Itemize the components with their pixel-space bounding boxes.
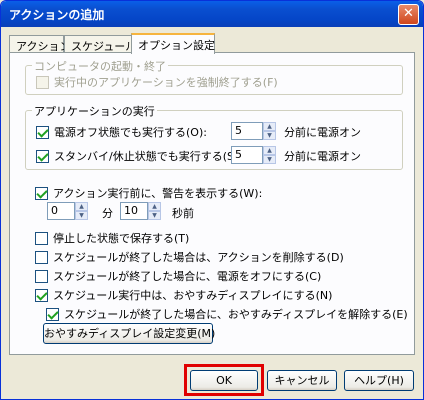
spin-up-icon[interactable]: ▲ [75, 202, 88, 211]
standby-checkbox[interactable] [36, 149, 49, 163]
tab-action[interactable]: アクション [9, 35, 70, 53]
help-button[interactable]: ヘルプ(H) [344, 370, 414, 391]
save-stopped-row: 停止した状態で保存する(T) [35, 230, 189, 246]
title-bar[interactable]: アクションの追加 ✕ [1, 1, 423, 27]
delete-action-label: スケジュールが終了した場合は、アクションを削除する(D) [53, 251, 344, 264]
standby-label: スタンバイ/休止状態でも実行する(S): [54, 150, 242, 163]
spin-up-icon[interactable]: ▲ [263, 146, 276, 155]
warning-checkbox[interactable] [35, 186, 48, 200]
standby-suffix: 分前に電源オン [284, 150, 361, 163]
power-off-suffix: 分前に電源オン [284, 126, 361, 139]
power-off-checkbox[interactable] [36, 125, 49, 139]
ok-highlight-frame [184, 364, 264, 396]
sleep-display-checkbox[interactable] [35, 288, 48, 302]
warning-seconds-spinner[interactable]: 10 ▲ ▼ [120, 202, 161, 220]
warning-minutes-spinner[interactable]: 0 ▲ ▼ [47, 202, 88, 220]
window-title: アクションの追加 [9, 8, 105, 22]
computer-group: コンピュータの起動・終了 実行中のアプリケーションを強制終了する(F) [25, 58, 403, 95]
computer-group-legend: コンピュータの起動・終了 [32, 58, 168, 74]
app-group-legend: アプリケーションの実行 [32, 103, 157, 119]
sleep-display-row: スケジュール実行中は、おやすみディスプレイにする(N) [35, 287, 332, 303]
standby-row: スタンバイ/休止状態でも実行する(S): [36, 148, 242, 164]
spin-down-icon[interactable]: ▼ [263, 131, 276, 140]
warning-seconds-input[interactable]: 10 [120, 202, 148, 220]
power-off-row: 電源オフ状態でも実行する(O): [36, 124, 207, 140]
release-sleep-label: スケジュールが終了した場合に、おやすみディスプレイを解除する(E) [64, 308, 408, 321]
force-close-checkbox[interactable] [36, 75, 49, 89]
app-group: アプリケーションの実行 電源オフ状態でも実行する(O): 5 ▲ ▼ 分前に電源オ… [25, 103, 403, 170]
warning-minutes-unit: 分 [102, 207, 113, 220]
warning-minutes-input[interactable]: 0 [47, 202, 75, 220]
power-off-label: 電源オフ状態でも実行する(O): [54, 126, 207, 139]
close-icon: ✕ [403, 6, 414, 21]
sleep-display-label: スケジュール実行中は、おやすみディスプレイにする(N) [53, 289, 333, 302]
spin-up-icon[interactable]: ▲ [148, 202, 161, 211]
spin-down-icon[interactable]: ▼ [148, 211, 161, 220]
standby-minutes-input[interactable]: 5 [231, 146, 263, 164]
power-off-after-row: スケジュールが終了した場合に、電源をオフにする(C) [35, 268, 321, 284]
options-panel: コンピュータの起動・終了 実行中のアプリケーションを強制終了する(F) アプリケ… [9, 52, 415, 355]
close-button[interactable]: ✕ [398, 4, 419, 25]
save-stopped-label: 停止した状態で保存する(T) [53, 232, 190, 245]
sleep-display-settings-button[interactable]: おやすみディスプレイ設定変更(M) [43, 323, 215, 344]
power-off-minutes-spinner[interactable]: 5 ▲ ▼ [231, 122, 276, 140]
power-off-after-label: スケジュールが終了した場合に、電源をオフにする(C) [53, 270, 322, 283]
spin-up-icon[interactable]: ▲ [263, 122, 276, 131]
delete-action-row: スケジュールが終了した場合は、アクションを削除する(D) [35, 249, 344, 265]
spin-down-icon[interactable]: ▼ [263, 155, 276, 164]
tab-options[interactable]: オプション設定 [131, 33, 215, 54]
cancel-button[interactable]: キャンセル [267, 370, 337, 391]
warning-seconds-unit: 秒前 [172, 207, 194, 220]
standby-minutes-spinner[interactable]: 5 ▲ ▼ [231, 146, 276, 164]
force-close-row: 実行中のアプリケーションを強制終了する(F) [36, 74, 278, 90]
power-off-minutes-input[interactable]: 5 [231, 122, 263, 140]
dialog-window: アクションの追加 ✕ アクション スケジュール オプション設定 コンピュータの起… [0, 0, 424, 400]
spin-down-icon[interactable]: ▼ [75, 211, 88, 220]
warning-label: アクション実行前に、警告を表示する(W): [53, 187, 263, 200]
warning-row: アクション実行前に、警告を表示する(W): [35, 185, 262, 201]
tab-schedule[interactable]: スケジュール [64, 35, 136, 53]
delete-action-checkbox[interactable] [35, 250, 48, 264]
release-sleep-checkbox[interactable] [46, 307, 59, 321]
release-sleep-row: スケジュールが終了した場合に、おやすみディスプレイを解除する(E) [46, 306, 408, 322]
force-close-label: 実行中のアプリケーションを強制終了する(F) [54, 76, 278, 89]
save-stopped-checkbox[interactable] [35, 231, 48, 245]
power-off-after-checkbox[interactable] [35, 269, 48, 283]
